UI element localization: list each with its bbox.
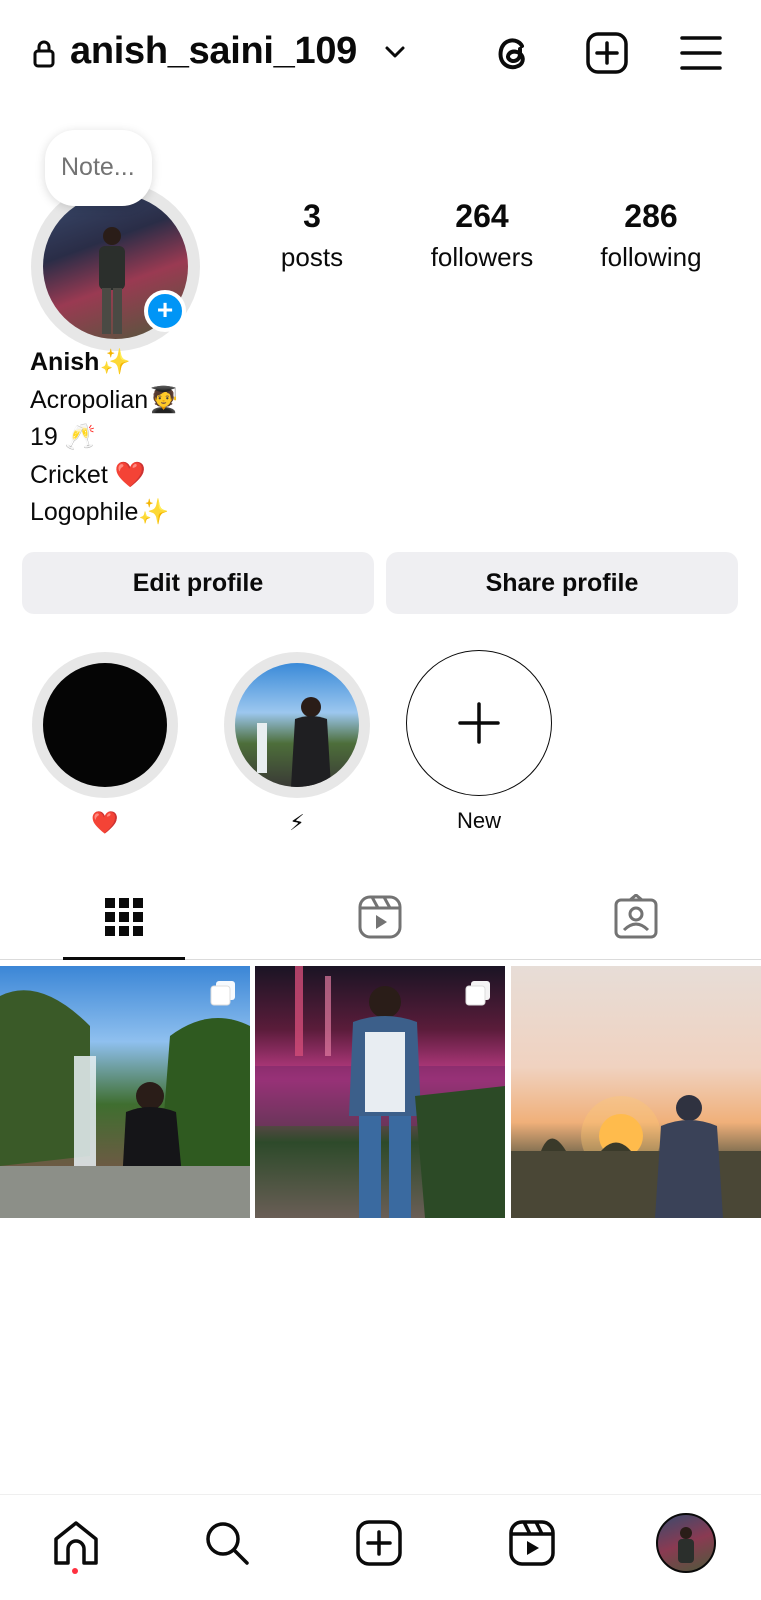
posts-stat[interactable]: 3 posts [262, 196, 362, 274]
notification-dot [72, 1568, 78, 1574]
bio: Anish✨ Acropolian🧑‍🎓 19 🥂 Cricket ❤️ Log… [30, 344, 179, 532]
highlight-caption: ⚡ [289, 810, 305, 835]
username[interactable]: anish_saini_109 [70, 30, 357, 73]
bio-line: Cricket ❤️ [30, 460, 146, 489]
lock-icon [33, 40, 55, 68]
add-story-button[interactable]: + [144, 290, 186, 332]
tagged-icon[interactable] [613, 894, 659, 940]
new-highlight-circle [406, 650, 552, 796]
share-profile-button[interactable]: Share profile [386, 552, 738, 614]
post-thumbnail[interactable] [255, 966, 505, 1218]
nav-avatar-person-silhouette [678, 1527, 694, 1563]
threads-icon[interactable] [490, 30, 536, 76]
grid-icon[interactable] [101, 894, 147, 940]
bio-line: Logophile✨ [30, 498, 170, 526]
post-scene-sunset [511, 1095, 761, 1218]
highlight-ring [224, 652, 370, 798]
post-thumbnail[interactable] [0, 966, 250, 1218]
following-label: following [600, 242, 702, 272]
profile-header: anish_saini_109 [0, 0, 761, 108]
menu-icon[interactable] [678, 30, 724, 76]
chevron-down-icon[interactable] [384, 44, 406, 60]
highlight-item[interactable]: ⚡ [224, 652, 370, 836]
search-icon[interactable] [201, 1517, 253, 1569]
highlight-cover [235, 663, 359, 787]
following-count: 286 [624, 198, 678, 234]
following-stat[interactable]: 286 following [586, 196, 716, 274]
reels-tab-icon[interactable] [357, 894, 403, 940]
profile-tabs [0, 870, 761, 960]
post-scene-fountain [255, 966, 505, 1218]
note-bubble[interactable]: Note... [45, 130, 152, 206]
followers-count: 264 [455, 198, 509, 234]
highlight-ring [32, 652, 178, 798]
new-highlight-button[interactable]: New [406, 650, 552, 834]
post-scene-waterfall [0, 990, 250, 1218]
highlight-cover [43, 663, 167, 787]
post-thumbnail[interactable] [511, 966, 761, 1218]
bio-line: Acropolian🧑‍🎓 [30, 385, 180, 414]
bio-line: 19 🥂 [30, 423, 96, 451]
bottom-navigation [0, 1494, 761, 1600]
new-highlight-caption: New [456, 808, 501, 833]
highlight-caption: ❤️ [91, 810, 119, 835]
edit-profile-button[interactable]: Edit profile [22, 552, 374, 614]
plus-icon [458, 702, 500, 744]
followers-label: followers [430, 242, 534, 272]
display-name: Anish✨ [30, 348, 131, 376]
avatar-person-silhouette [99, 227, 125, 334]
followers-stat[interactable]: 264 followers [414, 196, 550, 274]
profile-avatar-nav[interactable] [656, 1513, 716, 1573]
posts-label: posts [280, 242, 344, 272]
home-icon[interactable] [50, 1517, 102, 1569]
highlight-person-silhouette [257, 697, 331, 787]
highlight-item[interactable]: ❤️ [32, 652, 178, 836]
new-post-icon[interactable] [584, 30, 630, 76]
reels-icon[interactable] [506, 1517, 558, 1569]
posts-count: 3 [303, 198, 321, 234]
create-icon[interactable] [353, 1517, 405, 1569]
active-tab-indicator [63, 957, 185, 960]
